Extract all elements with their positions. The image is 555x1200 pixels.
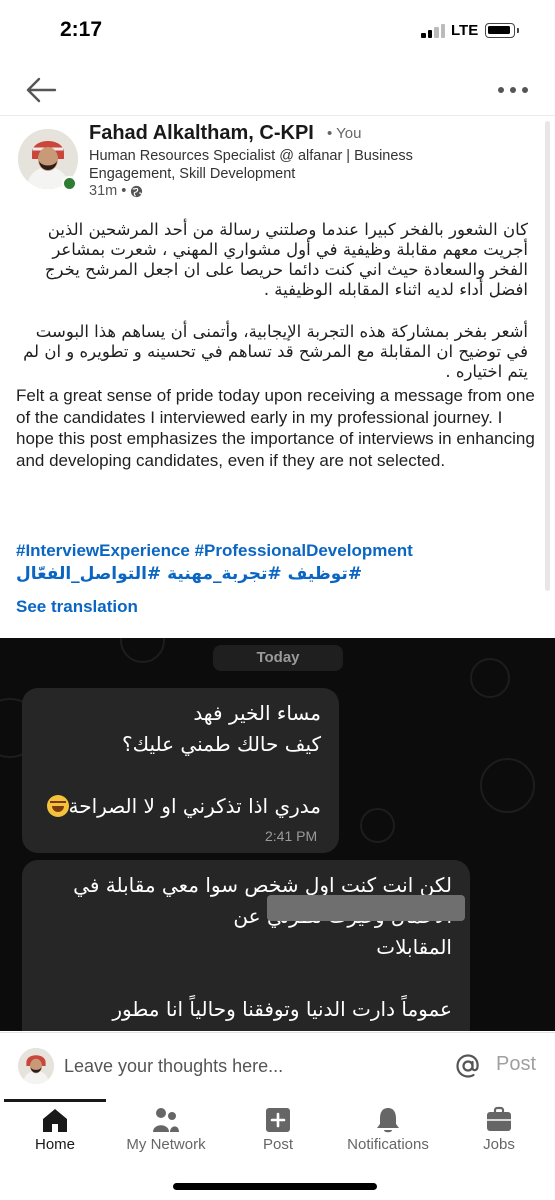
nav-home[interactable]: Home: [4, 1099, 106, 1169]
chat-line: كيف حالك طمني عليك؟: [122, 732, 321, 756]
globe-icon: [131, 185, 143, 197]
hashtags-english[interactable]: #InterviewExperience #ProfessionalDevelo…: [16, 541, 413, 561]
chat-line: مساء الخير فهد: [193, 701, 321, 725]
more-options-button[interactable]: [496, 84, 530, 96]
comment-bar: Post: [0, 1032, 555, 1098]
chat-spacer: [73, 963, 452, 994]
nav-jobs[interactable]: Jobs: [446, 1099, 552, 1169]
bottom-navigation: Home My Network Post Notifications Jobs: [0, 1099, 555, 1200]
chat-timestamp: 2:41 PM: [265, 828, 318, 844]
author-name[interactable]: Fahad Alkaltham, C-KPI: [89, 122, 314, 145]
arrow-left-icon: [26, 77, 57, 103]
chat-bubble: مساء الخير فهد كيف حالك طمني عليك؟ مدري …: [22, 688, 339, 853]
you-badge: • You: [327, 125, 362, 142]
back-button[interactable]: [24, 76, 58, 104]
redaction-mark: [267, 895, 465, 921]
chat-message: لكن انت كنت اول شخص سوا معي مقابلة في ال…: [73, 870, 452, 1025]
nav-notifications[interactable]: Notifications: [330, 1099, 446, 1169]
nav-label: Post: [262, 1136, 293, 1153]
post-text-arabic-2: أشعر بفخر بمشاركة هذه التجربة الإيجابية،…: [23, 322, 528, 381]
post-text-arabic-1: كان الشعور بالفخر كبيرا عندما وصلتني رسا…: [44, 220, 528, 299]
post-meta: 31m •: [89, 183, 143, 199]
network-label: LTE: [451, 22, 479, 39]
online-status-dot: [62, 176, 77, 191]
briefcase-icon: [487, 1106, 511, 1131]
nav-label: Home: [34, 1136, 75, 1153]
mention-button[interactable]: [455, 1053, 481, 1079]
laughing-emoji-icon: [46, 795, 69, 817]
battery-icon: [485, 23, 519, 38]
signal-icon: [421, 24, 447, 38]
chat-line: عموماً دارت الدنيا وتوفقنا وحالياً انا م…: [112, 997, 452, 1021]
hashtags-arabic[interactable]: #توظيف #تجربة_مهنية #التواصل_الفعّال: [16, 564, 362, 584]
nav-label: My Network: [126, 1136, 206, 1153]
chat-line: مدري اذا تذكرني او لا الصراحة: [41, 791, 321, 822]
plus-square-icon: [266, 1108, 290, 1132]
see-translation-link[interactable]: See translation: [16, 597, 138, 617]
nav-my-network[interactable]: My Network: [106, 1099, 226, 1169]
home-icon: [43, 1109, 67, 1132]
chat-message: مساء الخير فهد كيف حالك طمني عليك؟ مدري …: [41, 698, 321, 822]
chat-date-label: Today: [256, 649, 300, 666]
post-header: [0, 64, 555, 116]
network-icon: [153, 1108, 179, 1132]
chat-bubble: لكن انت كنت اول شخص سوا معي مقابلة في ال…: [22, 860, 470, 1031]
chat-date-pill: Today: [213, 645, 343, 671]
post-comment-button[interactable]: Post: [496, 1053, 536, 1076]
chat-spacer: [41, 760, 321, 791]
feed-post: Fahad Alkaltham, C-KPI • You Human Resou…: [0, 117, 555, 632]
scrollbar[interactable]: [545, 121, 550, 591]
nav-post[interactable]: Post: [226, 1099, 330, 1169]
author-headline: Human Resources Specialist @ alfanar | B…: [89, 148, 413, 182]
post-text-english: Felt a great sense of pride today upon r…: [16, 386, 535, 470]
at-sign-icon: [456, 1054, 479, 1078]
status-bar: 2:17 LTE: [0, 0, 555, 64]
post-image[interactable]: Today مساء الخير فهد كيف حالك طمني عليك؟…: [0, 638, 555, 1031]
nav-label: Notifications: [347, 1136, 429, 1153]
post-time: 31m •: [89, 183, 127, 199]
home-indicator: [173, 1183, 377, 1190]
user-avatar: [18, 1048, 54, 1084]
nav-label: Jobs: [483, 1136, 515, 1153]
comment-input[interactable]: [64, 1053, 434, 1079]
status-time: 2:17: [60, 18, 103, 41]
chat-line: المقابلات: [376, 935, 452, 959]
bell-icon: [377, 1108, 399, 1133]
